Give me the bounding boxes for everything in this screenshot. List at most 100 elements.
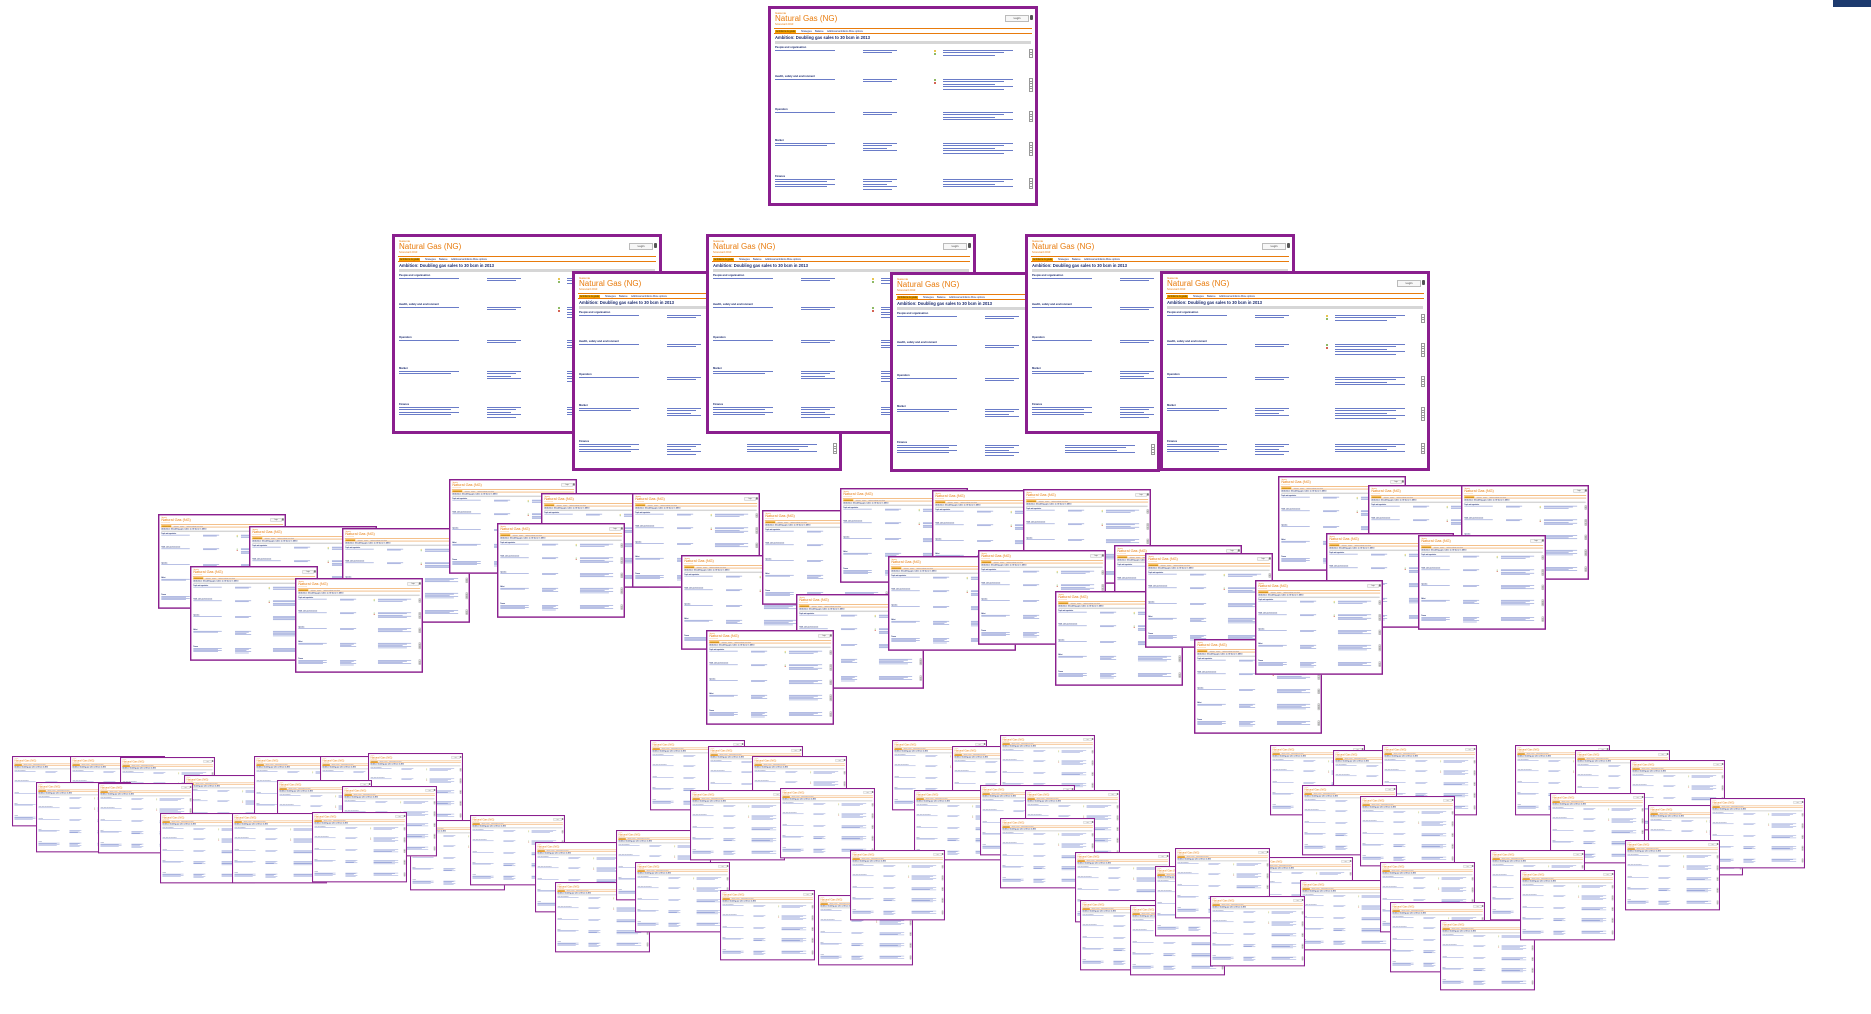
tab-additional-ambitions[interactable]: Additional ambitions [322,589,333,590]
tab-additional-ambitions[interactable]: Additional ambitions [1282,591,1293,592]
tab-more-options[interactable]: More options [370,794,376,795]
tab-more-options[interactable]: More options [287,537,295,538]
tab-ambitions-goals[interactable]: Ambitions & goals [1371,496,1382,498]
tab-additional-ambitions[interactable]: Additional ambitions [1353,544,1364,545]
tab-more-options[interactable]: More options [848,30,864,33]
status-checkbox[interactable] [403,840,406,843]
status-checkbox[interactable] [1421,319,1425,323]
tab-more-options[interactable]: More options [260,821,266,822]
tab-ambitions-goals[interactable]: Ambitions & goals [500,534,511,536]
tab-strategies[interactable]: Strategies [131,765,136,766]
tab-balance[interactable]: Balance [270,764,274,765]
status-checkbox[interactable] [433,802,436,805]
status-checkbox[interactable] [459,792,462,794]
tab-more-options[interactable]: More options [670,504,678,505]
tab-strategies[interactable]: Strategies [647,504,653,505]
tab-strategies[interactable]: Strategies [243,821,248,822]
tab-ambitions-goals[interactable]: Ambitions & goals [1464,496,1475,498]
tab-more-options[interactable]: More options [126,791,132,792]
tab-more-options[interactable]: More options [878,499,886,500]
tab-strategies[interactable]: Strategies [566,890,571,891]
tab-ambitions-goals[interactable]: Ambitions & goals [635,504,646,506]
tab-balance[interactable]: Balance [936,296,947,299]
tab-balance[interactable]: Balance [519,534,524,535]
tab-more-options[interactable]: More options [1456,546,1464,547]
tab-ambitions-goals[interactable]: Ambitions & goals [38,790,46,792]
tab-additional-ambitions[interactable]: Additional ambitions [369,539,380,540]
tab-additional-ambitions[interactable]: Additional ambitions [867,499,878,500]
settings-icon[interactable] [756,497,758,500]
status-checkbox[interactable] [620,592,623,594]
status-checkbox[interactable] [1421,383,1425,388]
status-checkbox[interactable] [418,663,421,665]
login-button[interactable]: Login [1397,280,1421,287]
status-checkbox[interactable] [1029,152,1033,156]
tab-more-options[interactable]: More options [926,567,934,568]
tab-more-options[interactable]: More options [40,764,46,765]
tab-balance[interactable]: Balance [910,567,915,568]
tab-strategies[interactable]: Strategies [627,838,632,839]
status-checkbox[interactable] [829,652,832,655]
tab-more-options[interactable]: More options [970,501,978,502]
tab-ambitions-goals[interactable]: Ambitions & goals [234,821,242,823]
status-checkbox[interactable] [620,545,623,548]
status-checkbox[interactable] [459,816,462,818]
settings-icon[interactable] [404,815,406,817]
tab-strategies[interactable]: Strategies [556,504,562,505]
login-button[interactable]: Login [1257,557,1269,561]
status-checkbox[interactable] [919,679,922,681]
settings-icon[interactable] [1238,549,1240,552]
settings-icon[interactable] [1269,557,1271,560]
status-checkbox[interactable] [755,546,758,549]
login-button[interactable]: Login [1090,554,1102,558]
status-checkbox[interactable] [1378,649,1381,651]
settings-icon[interactable] [1542,539,1544,542]
tab-strategies[interactable]: Strategies [1293,487,1299,488]
tab-ambitions-goals[interactable]: Ambitions & goals [1117,556,1128,558]
tab-strategies[interactable]: Strategies [1160,564,1166,565]
status-checkbox[interactable] [1421,353,1425,357]
tab-additional-ambitions[interactable]: Additional ambitions [959,501,970,502]
tab-ambitions-goals[interactable]: Ambitions & goals [193,577,204,579]
tab-balance[interactable]: Balance [654,504,659,505]
tab-ambitions-goals[interactable]: Ambitions & goals [652,748,660,750]
tab-ambitions-goals[interactable]: Ambitions & goals [322,764,330,766]
tab-ambitions-goals[interactable]: Ambitions & goals [279,788,287,790]
login-button[interactable]: Login [943,243,967,250]
login-button[interactable]: Login [407,582,419,586]
tab-strategies[interactable]: Strategies [264,537,270,538]
tab-ambitions-goals[interactable]: Ambitions & goals [399,257,421,261]
tab-more-options[interactable]: More options [800,521,808,522]
tab-balance[interactable]: Balance [271,537,276,538]
tab-additional-ambitions[interactable]: Additional ambitions [1395,496,1406,497]
tab-more-options[interactable]: More options [535,534,543,535]
status-checkbox[interactable] [403,851,406,853]
tab-more-options[interactable]: More options [1364,544,1372,545]
status-checkbox[interactable] [465,613,468,615]
status-checkbox[interactable] [1584,538,1587,541]
status-checkbox[interactable] [1146,511,1149,514]
tab-strategies[interactable]: Strategies [265,764,270,765]
tab-strategies[interactable]: Strategies [81,764,86,765]
login-button[interactable]: Login [818,634,830,638]
tab-more-options[interactable]: More options [196,525,204,526]
status-checkbox[interactable] [1541,604,1544,606]
tab-balance[interactable]: Balance [317,589,322,590]
scorecard-thumbnail[interactable]: Gasunie Natural Gas (NG) Scorecard 2013 … [295,578,423,673]
tab-ambitions-goals[interactable]: Ambitions & goals [252,537,263,539]
status-checkbox[interactable] [433,837,436,839]
tab-more-options[interactable]: More options [282,764,288,765]
tab-balance[interactable]: Balance [1300,487,1305,488]
tab-strategies[interactable]: Strategies [546,850,551,851]
login-button[interactable]: Login [181,786,190,789]
tab-ambitions-goals[interactable]: Ambitions & goals [765,521,776,523]
settings-icon[interactable] [654,243,657,248]
tab-balance[interactable]: Balance [471,490,476,491]
tab-balance[interactable]: Balance [551,850,555,851]
login-button[interactable]: Login [1573,489,1585,493]
tab-strategies[interactable]: Strategies [1057,258,1070,261]
tab-ambitions-goals[interactable]: Ambitions & goals [537,850,545,852]
tab-balance[interactable]: Balance [1000,561,1005,562]
login-button[interactable]: Login [1530,539,1542,543]
tab-balance[interactable]: Balance [200,783,204,784]
